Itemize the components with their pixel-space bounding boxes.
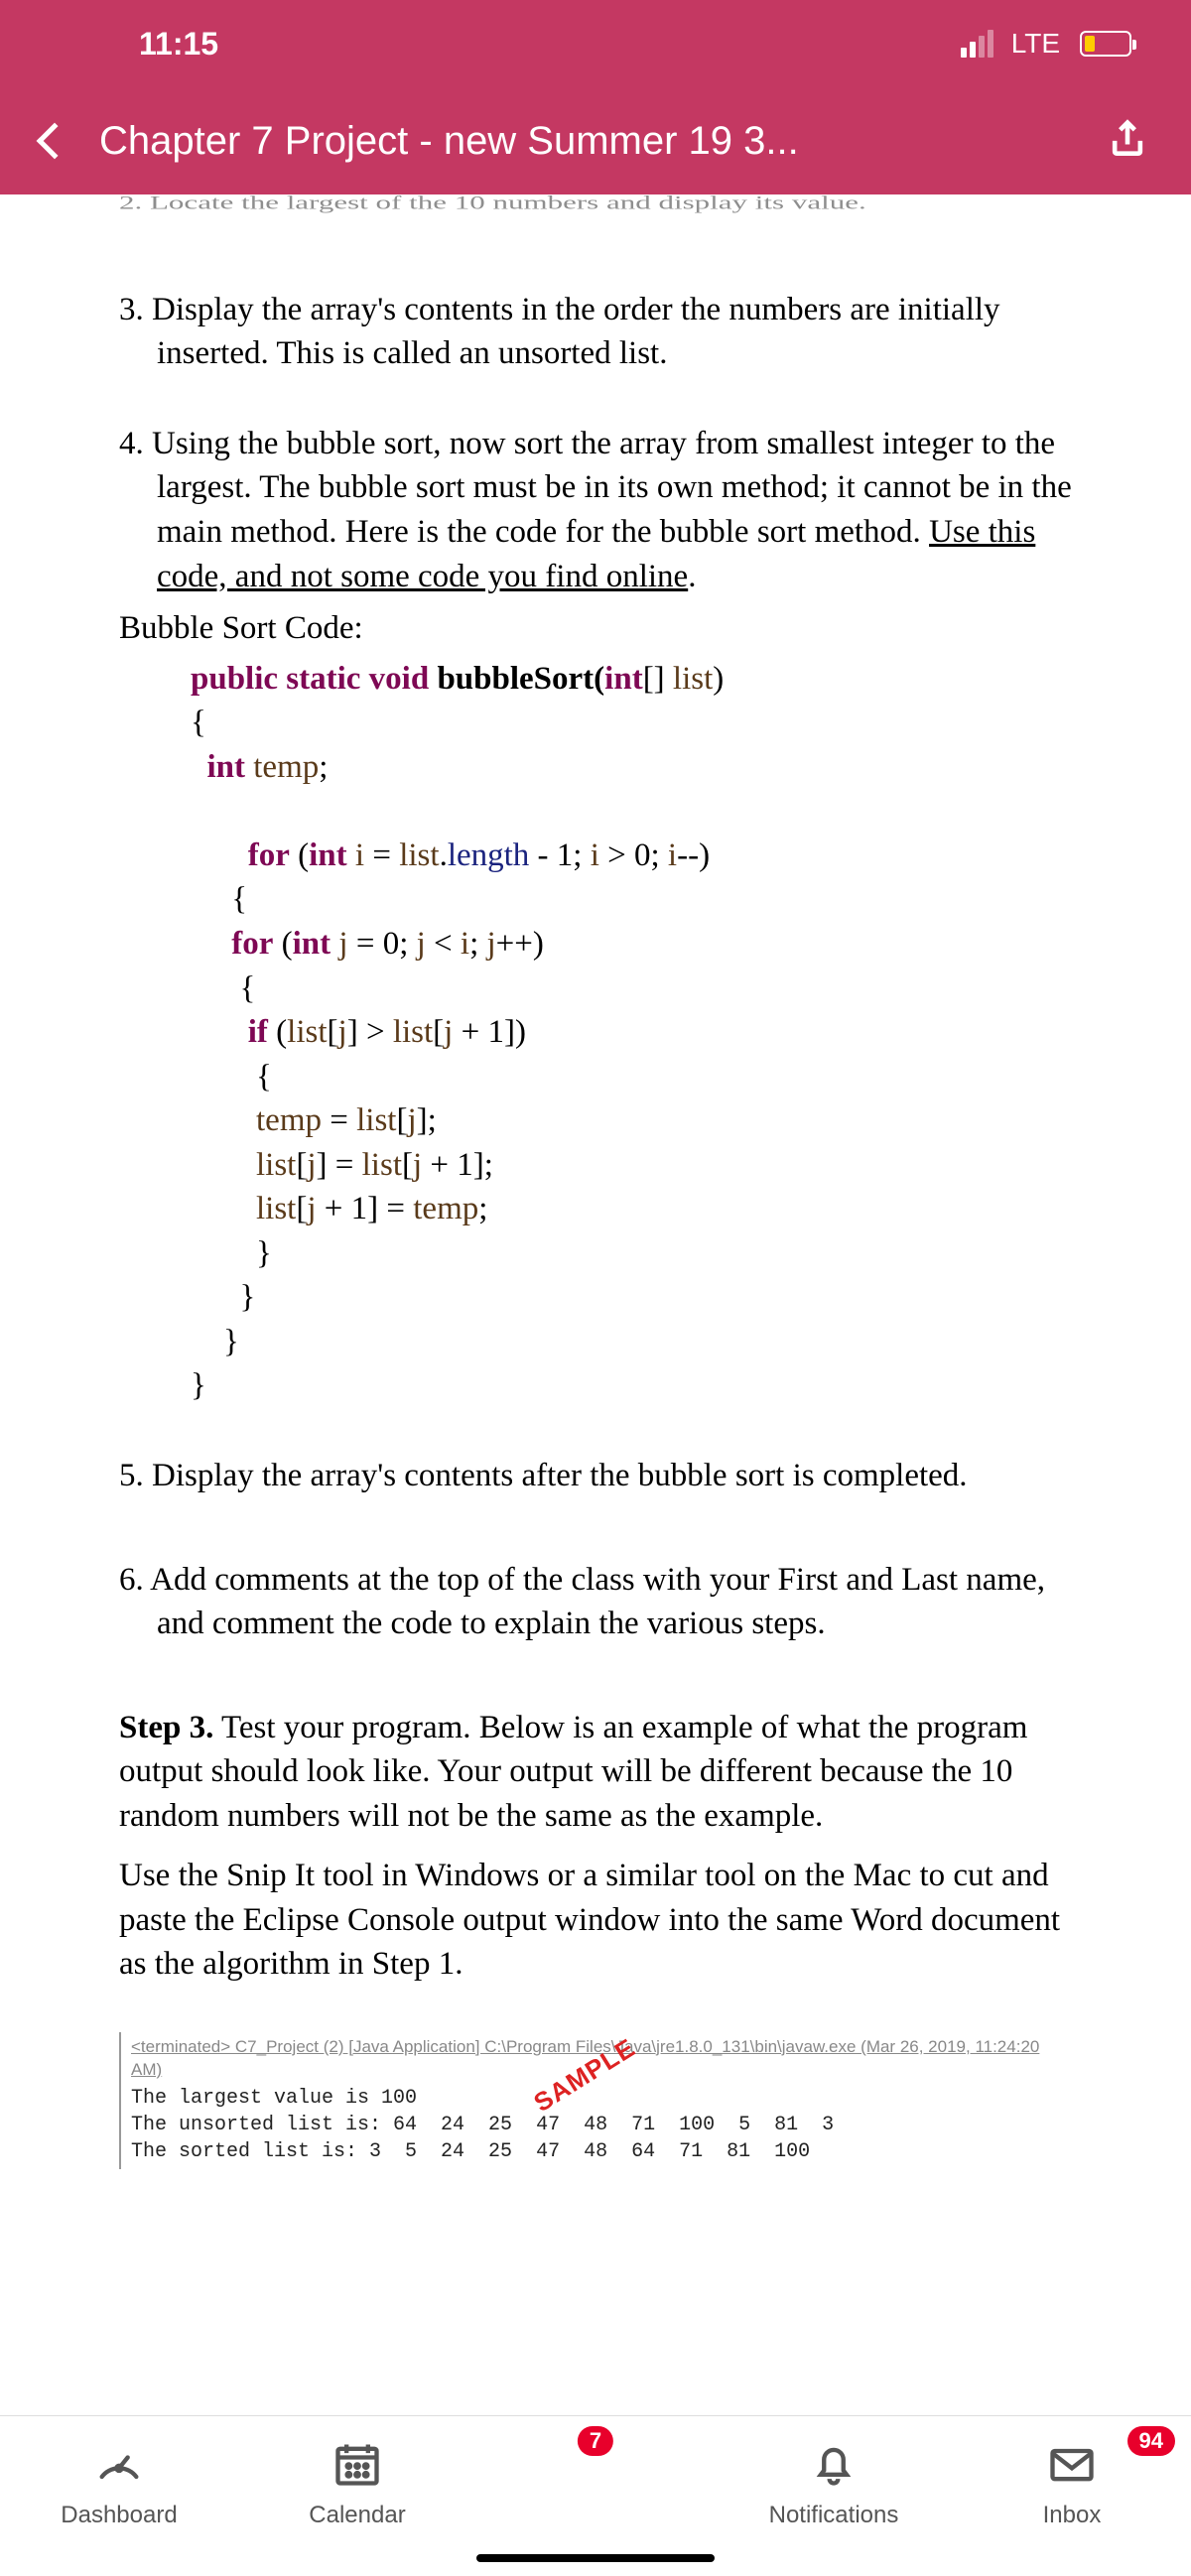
step-3: Step 3. Test your program. Below is an e… [119,1706,1072,1839]
status-right: LTE [961,28,1131,60]
signal-icon [961,30,993,58]
tab-dashboard[interactable]: Dashboard [0,2416,238,2576]
battery-icon [1080,31,1131,57]
bubble-sort-label: Bubble Sort Code: [119,606,1072,651]
tab-inbox[interactable]: 94 Inbox [953,2416,1191,2576]
question-5: 5. Display the array's contents after th… [119,1454,1072,1498]
calendar-icon [331,2438,383,2490]
bell-icon [808,2438,860,2490]
tab-notifications[interactable]: Notifications [715,2416,953,2576]
step-3b: Use the Snip It tool in Windows or a sim… [119,1854,1072,1987]
question-4: 4. Using the bubble sort, now sort the a… [119,422,1072,1408]
page-title: Chapter 7 Project - new Summer 19 3... [99,119,1074,164]
truncated-line: 2. Locate the largest of the 10 numbers … [119,191,1072,215]
tab-unlabeled[interactable]: 7 [476,2416,715,2576]
badge-count: 7 [578,2426,613,2456]
share-button[interactable] [1106,117,1149,166]
badge-inbox: 94 [1127,2426,1175,2456]
tab-calendar[interactable]: Calendar [238,2416,476,2576]
gauge-icon [93,2438,145,2490]
question-6: 6. Add comments at the top of the class … [119,1558,1072,1646]
network-label: LTE [1011,28,1060,60]
back-button[interactable] [37,123,73,160]
console-sample: <terminated> C7_Project (2) [Java Applic… [119,2032,1072,2169]
status-bar: 11:15 LTE [0,0,1191,87]
document-content[interactable]: 2. Locate the largest of the 10 numbers … [0,196,1191,2199]
code-block: public static void bubbleSort(int[] list… [119,657,1072,1408]
status-time: 11:15 [139,26,218,63]
question-3: 3. Display the array's contents in the o… [119,288,1072,376]
home-indicator[interactable] [476,2554,715,2562]
nav-bar: Chapter 7 Project - new Summer 19 3... [0,87,1191,194]
mail-icon [1046,2438,1098,2490]
tab-bar: Dashboard Calendar 7 Notifications 94 In… [0,2415,1191,2576]
